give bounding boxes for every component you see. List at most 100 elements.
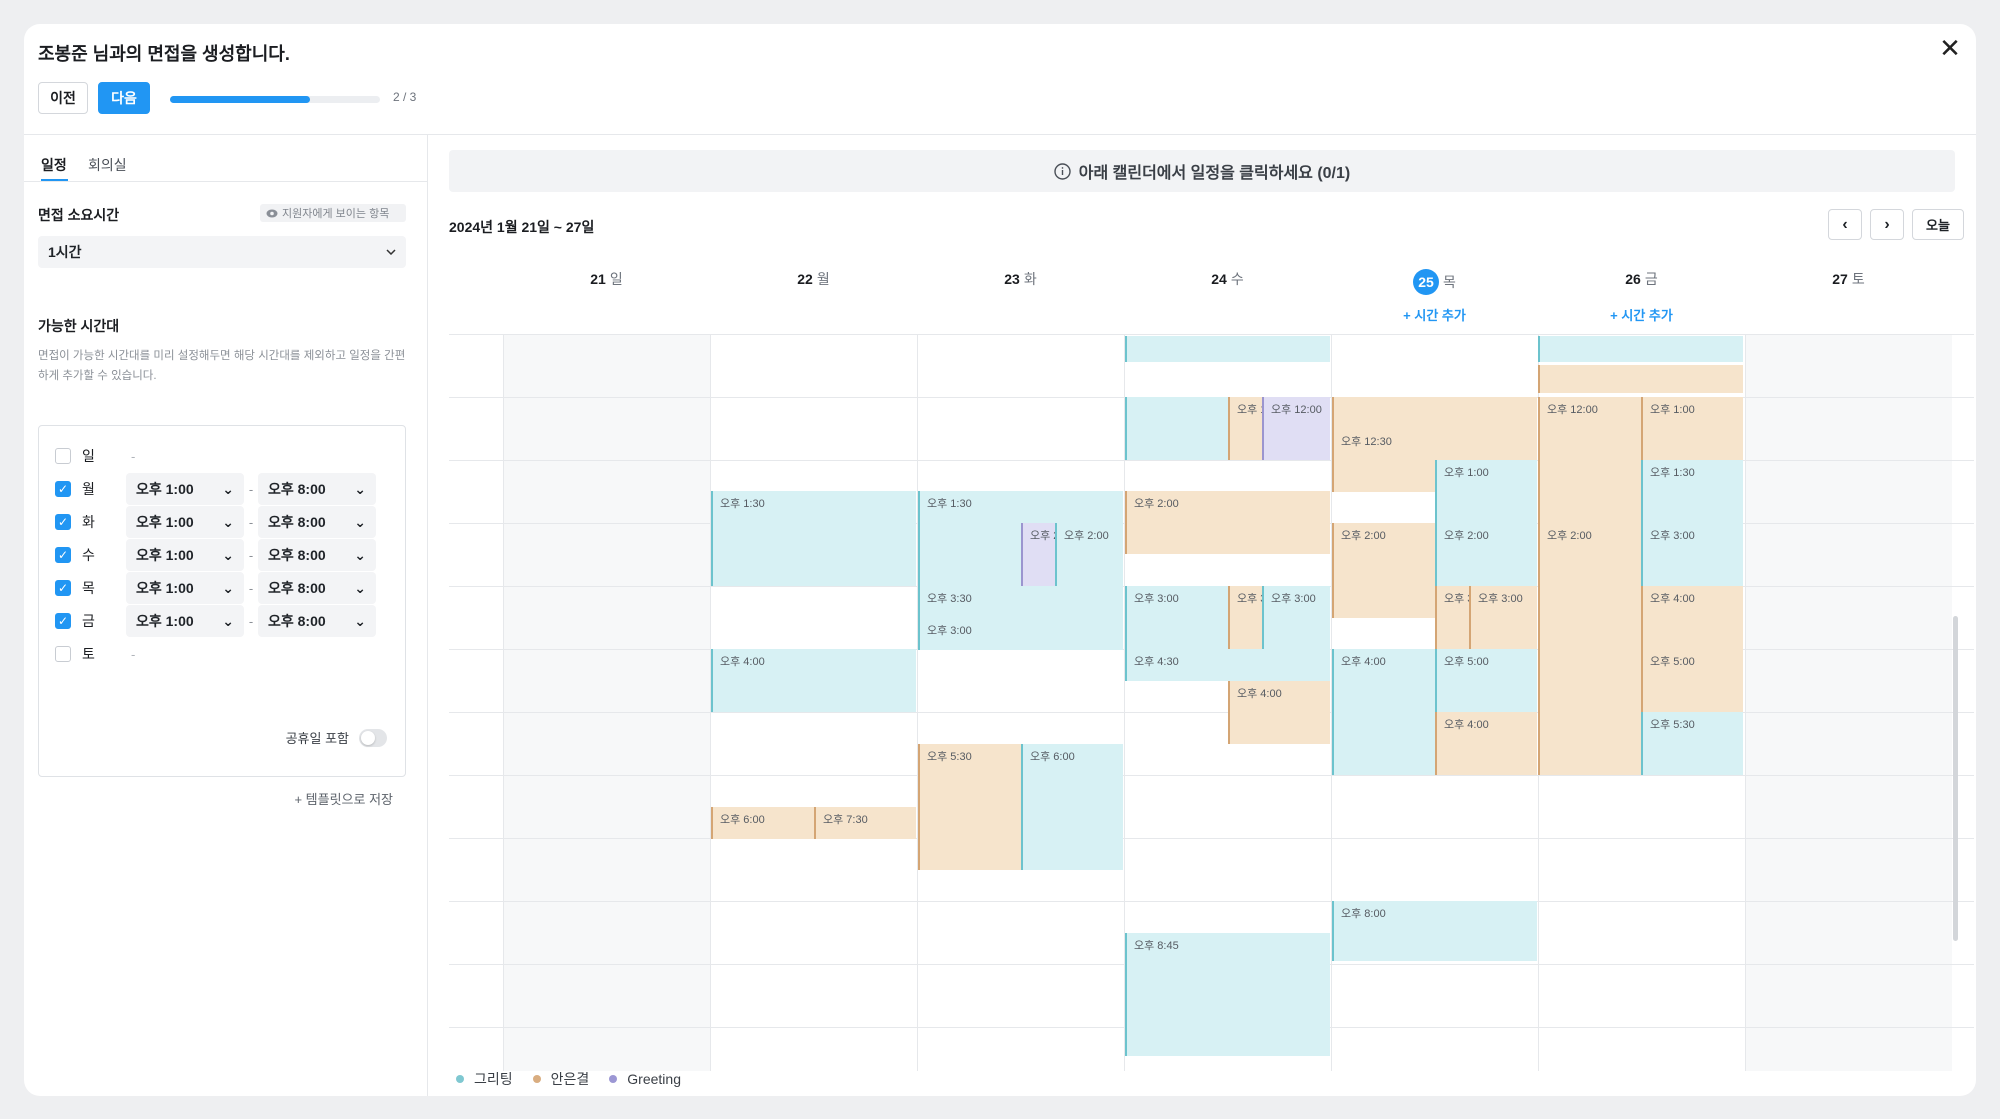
day-number: 26 — [1625, 271, 1641, 287]
calendar-event[interactable]: 오후 5:30 — [918, 744, 1021, 870]
time-separator: - — [248, 547, 254, 563]
calendar-event[interactable]: 오후 3:00 — [1469, 586, 1537, 649]
chevron-down-icon: ⌄ — [222, 546, 234, 563]
day-checkbox[interactable]: ✓ — [55, 481, 71, 497]
legend-label: 안은결 — [550, 1071, 590, 1087]
calendar-event[interactable]: 오후 12:00 — [1538, 397, 1641, 523]
calendar-event[interactable]: 오후 3:00 — [1125, 586, 1228, 649]
prev-button[interactable]: 이전 — [38, 82, 88, 114]
calendar-event[interactable]: 오후 2:00 — [1538, 523, 1641, 775]
day-checkbox[interactable] — [55, 448, 71, 464]
start-time-select[interactable]: 오후 1:00 ⌄ — [126, 506, 244, 538]
day-number: 24 — [1211, 271, 1227, 287]
duration-select[interactable]: 1시간 — [38, 236, 406, 268]
holiday-toggle[interactable] — [359, 728, 387, 747]
eye-icon — [266, 209, 278, 217]
day-row: 토- — [55, 638, 395, 670]
start-time-select[interactable]: 오후 1:00 ⌄ — [126, 539, 244, 571]
calendar-event[interactable]: 오후 2:00 — [1055, 523, 1123, 586]
calendar-event[interactable]: 오후 4:00 — [1228, 681, 1330, 744]
start-time-value: 오후 1:00 — [136, 547, 194, 563]
legend-label: 그리팅 — [474, 1071, 513, 1087]
end-time-select[interactable]: 오후 8:00 ⌄ — [258, 605, 376, 637]
close-icon[interactable]: ✕ — [1936, 34, 1964, 62]
calendar-event[interactable]: 오후 4:00 — [1641, 586, 1743, 649]
hour-line — [449, 775, 1974, 776]
calendar-event[interactable] — [1125, 336, 1330, 362]
day-number: 22 — [797, 271, 813, 287]
end-time-select[interactable]: 오후 8:00 ⌄ — [258, 506, 376, 538]
calendar-event[interactable]: 오후 1:30 — [711, 491, 916, 586]
legend: 그리팅 안은결 Greeting — [456, 1069, 681, 1089]
save-template-button[interactable]: + 템플릿으로 저장 — [294, 789, 393, 808]
chevron-down-icon: ⌄ — [354, 579, 366, 596]
prev-week-button[interactable]: ‹ — [1828, 209, 1862, 240]
calendar-event[interactable]: 오후 1:30 — [1641, 460, 1743, 523]
calendar-event[interactable]: 오후 3:00 — [1262, 586, 1330, 649]
calendar-event[interactable]: 오후 2:00 — [1125, 491, 1330, 554]
calendar-event[interactable] — [1538, 336, 1743, 362]
calendar-event[interactable]: 오후 6:00 — [711, 807, 814, 839]
day-checkbox[interactable]: ✓ — [55, 580, 71, 596]
end-time-select[interactable]: 오후 8:00 ⌄ — [258, 473, 376, 505]
calendar-event[interactable]: 오후 3:00 — [1228, 586, 1262, 649]
start-time-select[interactable]: 오후 1:00 ⌄ — [126, 572, 244, 604]
add-time-button[interactable]: + 시간 추가 — [1331, 305, 1538, 324]
calendar-event[interactable]: 오후 7:30 — [814, 807, 916, 839]
add-time-button[interactable]: + 시간 추가 — [1538, 305, 1745, 324]
start-time-select[interactable]: 오후 1:00 ⌄ — [126, 605, 244, 637]
weekday-label: 목 — [1443, 274, 1456, 290]
calendar-event[interactable]: 오후 1:00 — [1641, 397, 1743, 460]
day-number: 21 — [590, 271, 606, 287]
calendar-event[interactable]: 오후 2:00 — [1332, 523, 1435, 618]
calendar-event[interactable]: 오후 2:00 — [1021, 523, 1055, 586]
calendar-event[interactable]: 오후 4:00 — [711, 649, 916, 712]
end-time-value: 오후 8:00 — [268, 547, 326, 563]
calendar-event[interactable]: 오후 2:00 — [1435, 523, 1537, 586]
start-time-select[interactable]: 오후 1:00 ⌄ — [126, 473, 244, 505]
day-column[interactable] — [503, 334, 710, 1071]
calendar-event[interactable]: 오후 3:00 — [1435, 586, 1469, 649]
calendar-event[interactable]: 오후 5:00 — [1435, 649, 1537, 712]
legend-label: Greeting — [627, 1071, 681, 1087]
end-time-value: 오후 8:00 — [268, 613, 326, 629]
tab-meeting-room[interactable]: 회의실 — [88, 155, 127, 175]
tab-schedule[interactable]: 일정 — [41, 155, 67, 175]
calendar-event[interactable]: 오후 12:00 — [1228, 397, 1262, 460]
calendar-event[interactable]: 오후 8:45 — [1125, 933, 1330, 1056]
calendar-event[interactable] — [1332, 397, 1537, 429]
calendar-event[interactable]: 오후 12:00 — [1262, 397, 1330, 460]
day-column[interactable] — [1745, 334, 1952, 1071]
weekday-label: 일 — [609, 271, 623, 287]
calendar-event[interactable]: 오후 3:00 — [918, 618, 1123, 650]
next-week-button[interactable]: › — [1870, 209, 1904, 240]
calendar-event[interactable]: 오후 1:00 — [1435, 460, 1537, 523]
day-checkbox[interactable]: ✓ — [55, 613, 71, 629]
calendar-event[interactable]: 오후 5:00 — [1641, 649, 1743, 712]
calendar-event[interactable]: 오후 4:00 — [1332, 649, 1435, 775]
day-checkbox[interactable]: ✓ — [55, 547, 71, 563]
weekday-label: 월 — [816, 271, 830, 287]
calendar-event[interactable]: 오후 8:00 — [1332, 901, 1537, 961]
calendar-event[interactable]: 오후 4:30 — [1125, 649, 1330, 681]
chevron-down-icon: ⌄ — [354, 546, 366, 563]
day-header: 23 화 — [917, 269, 1124, 289]
calendar-event[interactable]: 오후 5:30 — [1641, 712, 1743, 775]
calendar-event[interactable]: 오후 3:00 — [1641, 523, 1743, 586]
calendar-event[interactable]: 오후 6:00 — [1021, 744, 1123, 870]
scrollbar[interactable] — [1953, 616, 1958, 941]
end-time-select[interactable]: 오후 8:00 ⌄ — [258, 572, 376, 604]
next-button[interactable]: 다음 — [98, 82, 150, 114]
day-row: ✓ 화 오후 1:00 ⌄ - 오후 8:00 ⌄ — [55, 506, 395, 538]
calendar-event[interactable] — [1125, 397, 1228, 460]
calendar-event[interactable]: 오후 3:30 — [918, 586, 1123, 618]
today-button[interactable]: 오늘 — [1912, 209, 1964, 240]
day-checkbox[interactable] — [55, 646, 71, 662]
available-time-desc: 면접이 가능한 시간대를 미리 설정해두면 해당 시간대를 제외하고 일정을 간… — [38, 350, 406, 382]
hour-line — [449, 334, 1974, 335]
day-column[interactable] — [917, 334, 1124, 1071]
day-checkbox[interactable]: ✓ — [55, 514, 71, 530]
end-time-select[interactable]: 오후 8:00 ⌄ — [258, 539, 376, 571]
calendar-event[interactable]: 오후 4:00 — [1435, 712, 1537, 775]
calendar-event[interactable] — [1538, 365, 1743, 393]
